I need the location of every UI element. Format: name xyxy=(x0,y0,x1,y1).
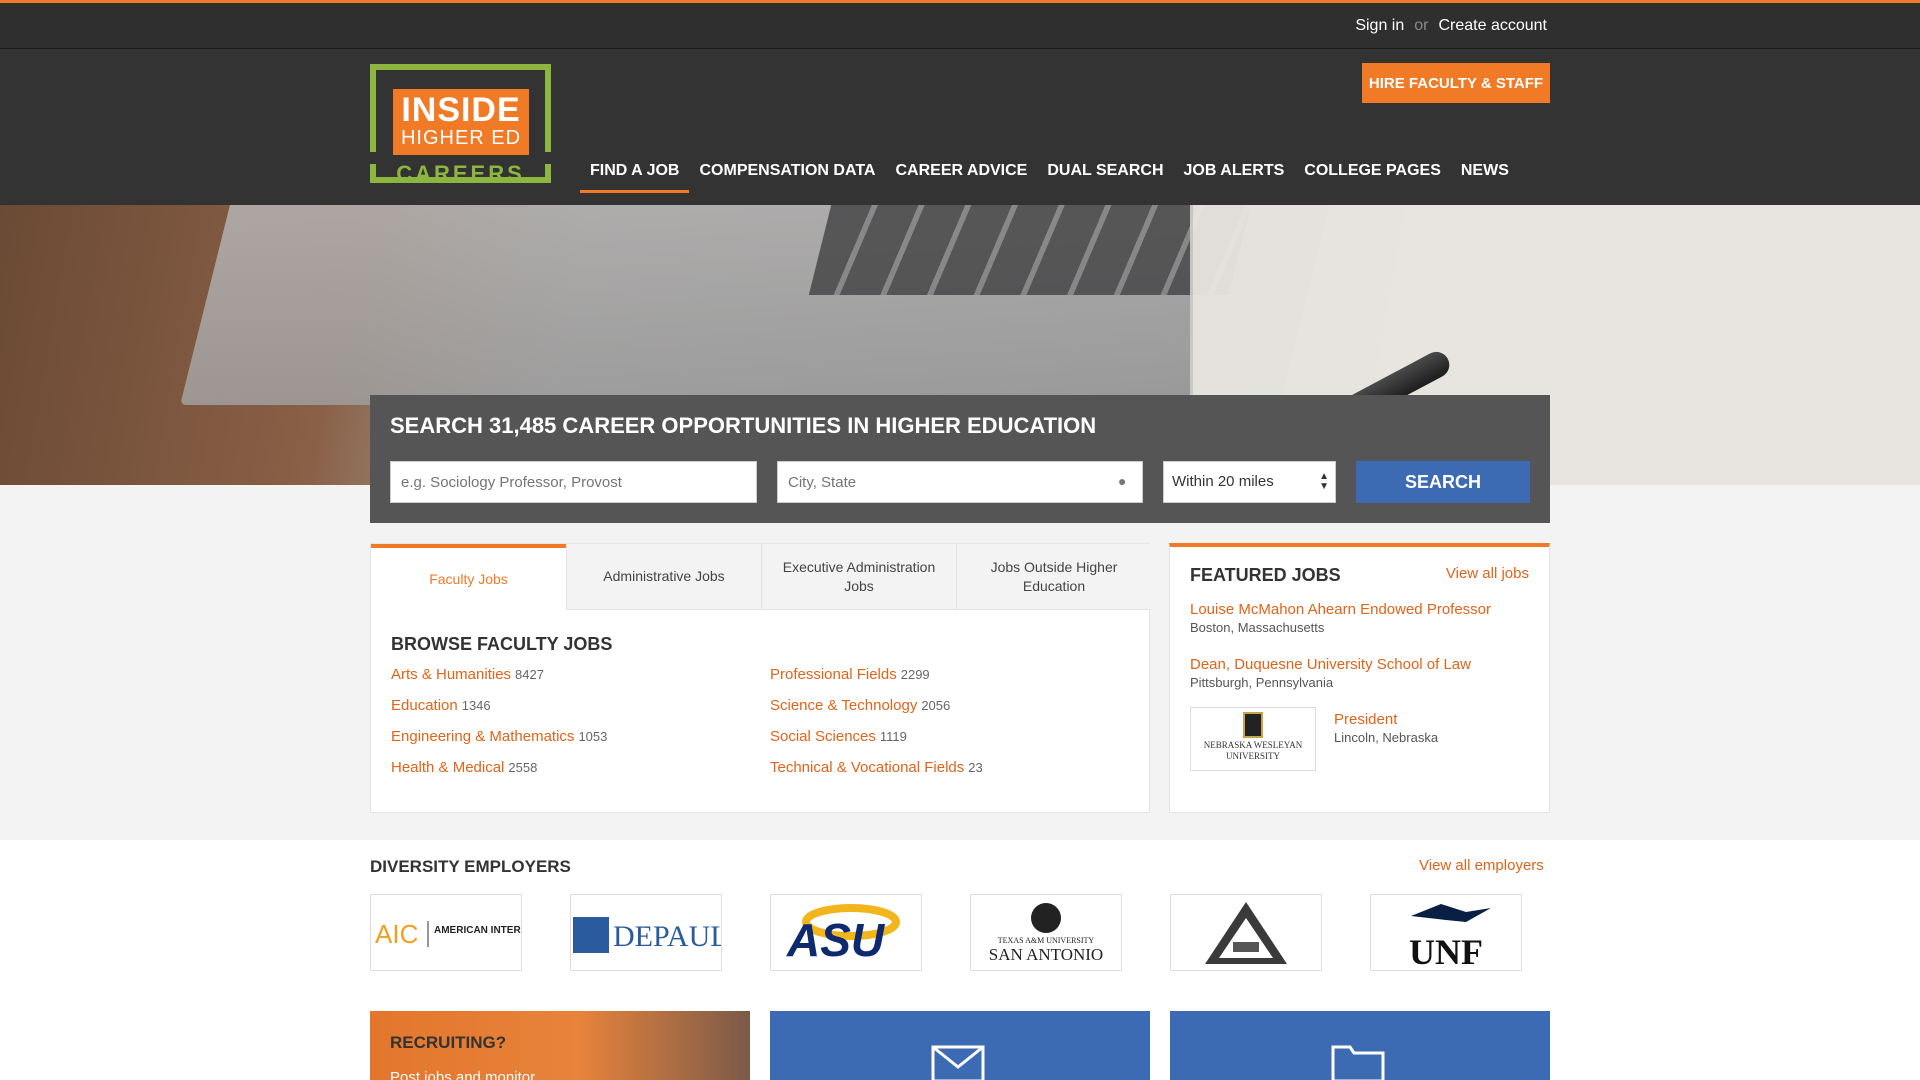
category-item[interactable]: Professional Fields 2299 xyxy=(770,666,1131,686)
featured-job[interactable]: Dean, Duquesne University School of Law … xyxy=(1190,656,1471,690)
aic-logo-icon: AIC AMERICAN INTERNATIONAL COLLEGE xyxy=(375,919,521,949)
category-list: Arts & Humanities 8427 Professional Field… xyxy=(391,666,1131,779)
job-title[interactable]: Louise McMahon Ahearn Endowed Professor xyxy=(1190,601,1491,618)
logo-line-1: INSIDE xyxy=(401,91,521,129)
tab-administrative-jobs[interactable]: Administrative Jobs xyxy=(566,544,761,610)
category-item[interactable]: Social Sciences 1119 xyxy=(770,728,1131,748)
folder-icon xyxy=(1331,1045,1385,1080)
diversity-heading: DIVERSITY EMPLOYERS xyxy=(370,857,571,876)
job-title[interactable]: President xyxy=(1334,711,1438,728)
create-account-link[interactable]: Create account xyxy=(1438,17,1547,35)
job-location: Boston, Massachusetts xyxy=(1190,620,1325,635)
category-item[interactable]: Engineering & Mathematics 1053 xyxy=(391,728,770,748)
depaul-logo-icon: DEPAUL xyxy=(573,916,721,953)
category-item[interactable]: Technical & Vocational Fields 23 xyxy=(770,759,1131,779)
employer-logo-unf[interactable]: UNF xyxy=(1370,894,1522,971)
employer-logo-asu[interactable]: ASU xyxy=(770,894,922,971)
svg-text:AMERICAN INTERNATIONAL COLLEGE: AMERICAN INTERNATIONAL COLLEGE xyxy=(434,925,521,936)
featured-jobs-card: FEATURED JOBS View all jobs Louise McMah… xyxy=(1169,543,1550,813)
radius-select[interactable]: Within 20 miles ▲ ▼ xyxy=(1163,461,1336,503)
view-all-employers-link[interactable]: View all employers xyxy=(1419,857,1544,874)
location-pin-icon: ● xyxy=(1118,473,1127,489)
university-seal-icon xyxy=(1243,712,1263,738)
job-type-tabs: Faculty Jobs Administrative Jobs Executi… xyxy=(371,544,1151,610)
nav-news[interactable]: NEWS xyxy=(1451,161,1519,193)
nav-job-alerts[interactable]: JOB ALERTS xyxy=(1174,161,1295,193)
employer-logo-text: NEBRASKA WESLEYAN UNIVERSITY xyxy=(1203,740,1303,761)
auth-separator: or xyxy=(1414,17,1429,34)
svg-text:AIC: AIC xyxy=(375,919,418,949)
search-button[interactable]: SEARCH xyxy=(1356,461,1530,503)
nav-career-advice[interactable]: CAREER ADVICE xyxy=(885,161,1037,193)
search-title: SEARCH 31,485 CAREER OPPORTUNITIES IN HI… xyxy=(390,413,1097,438)
envelope-icon xyxy=(931,1045,985,1080)
unf-logo-icon: UNF xyxy=(1409,903,1491,968)
featured-job[interactable]: President Lincoln, Nebraska xyxy=(1334,711,1438,745)
keyboard-graphic xyxy=(808,205,1252,295)
job-search-panel: SEARCH 31,485 CAREER OPPORTUNITIES IN HI… xyxy=(370,395,1550,523)
tab-jobs-outside-higher-education[interactable]: Jobs Outside Higher Education xyxy=(956,544,1151,610)
top-bar: Sign in or Create account xyxy=(0,0,1920,49)
employer-logo-tamusa[interactable]: TEXAS A&M UNIVERSITY SAN ANTONIO xyxy=(970,894,1122,971)
triangle-emblem-icon xyxy=(1205,901,1287,964)
category-item[interactable]: Science & Technology 2056 xyxy=(770,697,1131,717)
nav-dual-search[interactable]: DUAL SEARCH xyxy=(1037,161,1173,193)
employer-logo[interactable]: NEBRASKA WESLEYAN UNIVERSITY xyxy=(1190,707,1316,771)
svg-text:SAN ANTONIO: SAN ANTONIO xyxy=(989,945,1103,964)
keyword-input[interactable] xyxy=(390,461,757,503)
nav-college-pages[interactable]: COLLEGE PAGES xyxy=(1294,161,1451,193)
employer-logo-aic[interactable]: AIC AMERICAN INTERNATIONAL COLLEGE xyxy=(370,894,522,971)
featured-heading: FEATURED JOBS xyxy=(1190,565,1341,585)
browse-jobs-card: Faculty Jobs Administrative Jobs Executi… xyxy=(370,543,1151,813)
auth-links: Sign in or Create account xyxy=(1355,17,1547,35)
svg-text:TEXAS A&M UNIVERSITY: TEXAS A&M UNIVERSITY xyxy=(998,936,1095,945)
svg-text:UNF: UNF xyxy=(1409,932,1483,968)
tab-faculty-jobs[interactable]: Faculty Jobs xyxy=(371,544,566,610)
featured-job[interactable]: Louise McMahon Ahearn Endowed Professor … xyxy=(1190,601,1491,635)
view-all-jobs-link[interactable]: View all jobs xyxy=(1446,565,1529,582)
saved-jobs-promo[interactable] xyxy=(1170,1011,1550,1080)
job-alerts-promo[interactable] xyxy=(770,1011,1150,1080)
tamusa-logo-icon: TEXAS A&M UNIVERSITY SAN ANTONIO xyxy=(989,902,1103,964)
recruiting-subtext: Post jobs and monitor xyxy=(390,1069,536,1080)
employer-logo-emblem[interactable] xyxy=(1170,894,1322,971)
job-location: Pittsburgh, Pennsylvania xyxy=(1190,675,1334,690)
svg-text:ASU: ASU xyxy=(786,914,886,966)
job-title[interactable]: Dean, Duquesne University School of Law xyxy=(1190,656,1471,673)
logo-line-2: HIGHER ED xyxy=(400,127,522,149)
site-header: INSIDE HIGHER ED CAREERS HIRE FACULTY & … xyxy=(0,49,1920,205)
nav-find-a-job[interactable]: FIND A JOB xyxy=(580,161,690,193)
radius-value: Within 20 miles xyxy=(1172,473,1274,490)
employer-logos: AIC AMERICAN INTERNATIONAL COLLEGE DEPAU… xyxy=(370,894,1522,971)
job-location: Lincoln, Nebraska xyxy=(1334,730,1439,745)
site-logo[interactable]: INSIDE HIGHER ED CAREERS xyxy=(370,64,551,186)
category-item[interactable]: Arts & Humanities 8427 xyxy=(391,666,770,686)
recruiting-heading: RECRUITING? xyxy=(390,1033,507,1052)
asu-logo-icon: ASU xyxy=(786,903,900,966)
location-input[interactable] xyxy=(777,461,1143,503)
employer-logo-depaul[interactable]: DEPAUL xyxy=(570,894,722,971)
main-nav: FIND A JOB COMPENSATION DATA CAREER ADVI… xyxy=(580,161,1519,193)
svg-text:DEPAUL: DEPAUL xyxy=(613,920,721,953)
logo-badge: INSIDE HIGHER ED xyxy=(393,89,529,155)
category-item[interactable]: Health & Medical 2558 xyxy=(391,759,770,779)
recruiting-promo[interactable]: RECRUITING? Post jobs and monitor xyxy=(370,1011,750,1080)
category-item[interactable]: Education 1346 xyxy=(391,697,770,717)
browse-heading: BROWSE FACULTY JOBS xyxy=(391,634,613,654)
select-arrows-icon: ▲ ▼ xyxy=(1319,471,1329,492)
logo-line-3: CAREERS xyxy=(396,161,525,186)
tab-executive-administration-jobs[interactable]: Executive Administration Jobs xyxy=(761,544,956,610)
sign-in-link[interactable]: Sign in xyxy=(1355,17,1404,35)
nav-compensation-data[interactable]: COMPENSATION DATA xyxy=(689,161,885,193)
hire-faculty-button[interactable]: HIRE FACULTY & STAFF xyxy=(1362,63,1550,103)
